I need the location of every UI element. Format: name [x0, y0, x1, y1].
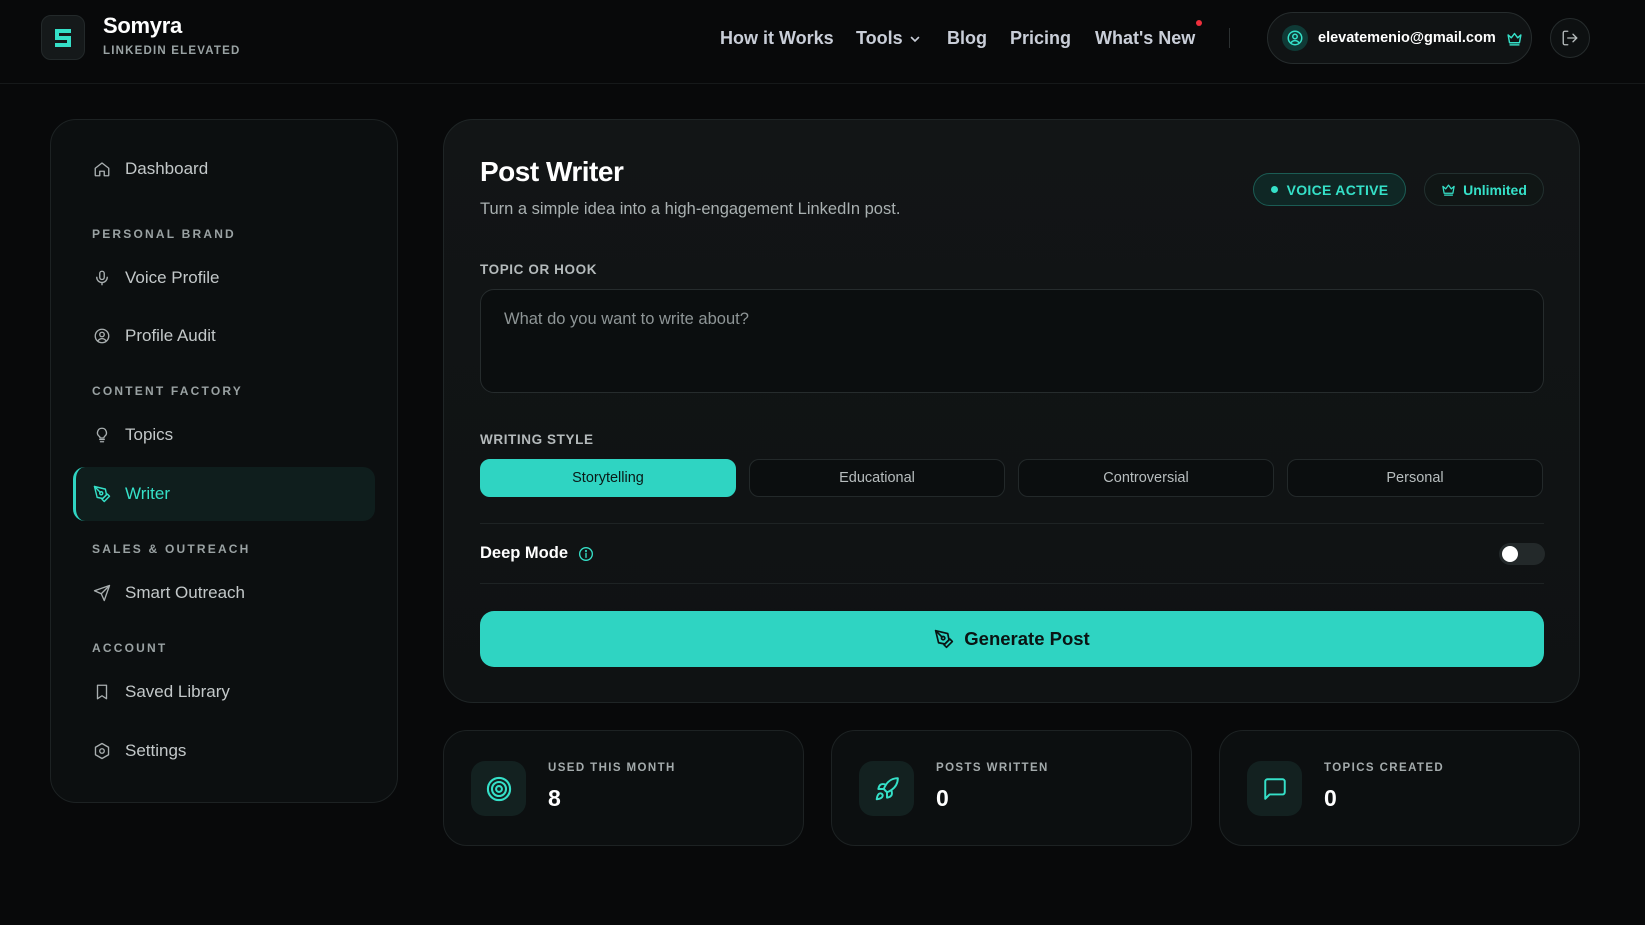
rocket-icon	[859, 761, 914, 816]
generate-post-button[interactable]: Generate Post	[480, 611, 1544, 667]
logout-icon	[1562, 30, 1578, 46]
sidebar-item-writer[interactable]: Writer	[73, 467, 375, 521]
logout-button[interactable]	[1550, 18, 1590, 58]
sidebar-item-label: Saved Library	[125, 682, 230, 701]
sidebar-item-label: Voice Profile	[125, 268, 220, 287]
home-icon	[93, 160, 111, 178]
stat-card-topics-created: TOPICS CREATED 0	[1219, 730, 1580, 846]
deep-mode-toggle[interactable]	[1499, 543, 1545, 565]
sidebar-item-voice-profile[interactable]: Voice Profile	[73, 251, 375, 305]
divider	[480, 523, 1544, 524]
pen-nib-icon	[93, 485, 111, 503]
user-circle-icon	[1282, 25, 1308, 51]
stat-card-posts-written: POSTS WRITTEN 0	[831, 730, 1192, 846]
sidebar-item-topics[interactable]: Topics	[73, 408, 375, 462]
crown-icon	[1507, 32, 1522, 46]
pen-nib-icon	[935, 629, 954, 649]
sidebar-section-personal-brand: PERSONAL BRAND	[92, 227, 236, 241]
stat-value: 8	[548, 785, 561, 811]
sidebar-item-saved-library[interactable]: Saved Library	[73, 665, 375, 719]
stat-label: USED THIS MONTH	[548, 762, 676, 774]
logo-icon	[55, 28, 71, 47]
sidebar-item-profile-audit[interactable]: Profile Audit	[73, 309, 375, 363]
sidebar-item-settings[interactable]: Settings	[73, 724, 375, 778]
bookmark-icon	[93, 683, 111, 701]
topic-input[interactable]	[480, 289, 1544, 393]
nav-how-it-works[interactable]: How it Works	[720, 28, 834, 49]
sidebar-item-label: Profile Audit	[125, 326, 216, 345]
user-circle-icon	[93, 327, 111, 345]
sidebar-section-account: ACCOUNT	[92, 641, 168, 655]
account-email: elevatemenio@gmail.com	[1318, 30, 1496, 46]
writing-style-label: WRITING STYLE	[480, 432, 594, 447]
sidebar-item-smart-outreach[interactable]: Smart Outreach	[73, 566, 375, 620]
stat-value: 0	[936, 785, 949, 811]
nav-tools-label: Tools	[856, 28, 903, 48]
lightbulb-icon	[93, 426, 111, 444]
sidebar: Dashboard PERSONAL BRAND Voice Profile P…	[50, 119, 398, 803]
style-controversial-button[interactable]: Controversial	[1018, 459, 1274, 497]
nav-whats-new[interactable]: What's New	[1095, 28, 1195, 49]
nav-tools[interactable]: Tools	[856, 28, 921, 49]
voice-badge-label: VOICE ACTIVE	[1286, 181, 1389, 198]
notification-dot	[1196, 20, 1202, 26]
sidebar-item-dashboard[interactable]: Dashboard	[73, 142, 375, 196]
sidebar-section-content-factory: CONTENT FACTORY	[92, 384, 244, 398]
microphone-icon	[93, 269, 111, 287]
stat-card-used-this-month: USED THIS MONTH 8	[443, 730, 804, 846]
account-menu[interactable]: elevatemenio@gmail.com	[1267, 12, 1532, 64]
deep-mode-label: Deep Mode	[480, 544, 569, 562]
chat-icon	[1247, 761, 1302, 816]
brand-name: Somyra	[103, 13, 182, 38]
page-title: Post Writer	[480, 156, 624, 187]
nav-blog[interactable]: Blog	[947, 28, 987, 49]
nav-pricing[interactable]: Pricing	[1010, 28, 1071, 49]
sidebar-item-label: Settings	[125, 741, 187, 760]
style-personal-button[interactable]: Personal	[1287, 459, 1543, 497]
divider	[480, 583, 1544, 584]
stat-label: POSTS WRITTEN	[936, 762, 1049, 774]
deep-mode-row: Deep Mode	[480, 544, 594, 563]
sidebar-item-label: Dashboard	[125, 159, 209, 178]
chevron-down-icon	[910, 36, 919, 42]
top-header: Somyra LINKEDIN ELEVATED How it Works To…	[0, 0, 1645, 84]
style-educational-button[interactable]: Educational	[749, 459, 1005, 497]
topic-label: TOPIC OR HOOK	[480, 262, 598, 277]
sidebar-section-sales-outreach: SALES & OUTREACH	[92, 542, 251, 556]
generate-post-label: Generate Post	[964, 628, 1090, 649]
logo[interactable]	[41, 15, 85, 60]
style-storytelling-button[interactable]: Storytelling	[480, 459, 736, 497]
target-icon	[471, 761, 526, 816]
stat-label: TOPICS CREATED	[1324, 762, 1445, 774]
sidebar-item-label: Topics	[125, 425, 174, 444]
gear-icon	[93, 742, 111, 760]
info-icon[interactable]	[578, 546, 594, 562]
plan-badge-label: Unlimited	[1463, 181, 1527, 198]
page-subtitle: Turn a simple idea into a high-engagemen…	[480, 200, 901, 218]
send-icon	[93, 584, 111, 602]
status-dot	[1270, 186, 1278, 193]
crown-icon	[1442, 184, 1455, 196]
brand-tagline: LINKEDIN ELEVATED	[103, 45, 241, 57]
stat-value: 0	[1324, 785, 1337, 811]
sidebar-item-label: Writer	[125, 484, 171, 503]
toggle-knob	[1502, 546, 1518, 562]
nav-divider	[1229, 28, 1230, 48]
voice-active-badge: VOICE ACTIVE	[1253, 173, 1406, 206]
sidebar-item-label: Smart Outreach	[125, 583, 245, 602]
plan-badge: Unlimited	[1424, 173, 1544, 206]
post-writer-card: Post Writer Turn a simple idea into a hi…	[443, 119, 1580, 703]
